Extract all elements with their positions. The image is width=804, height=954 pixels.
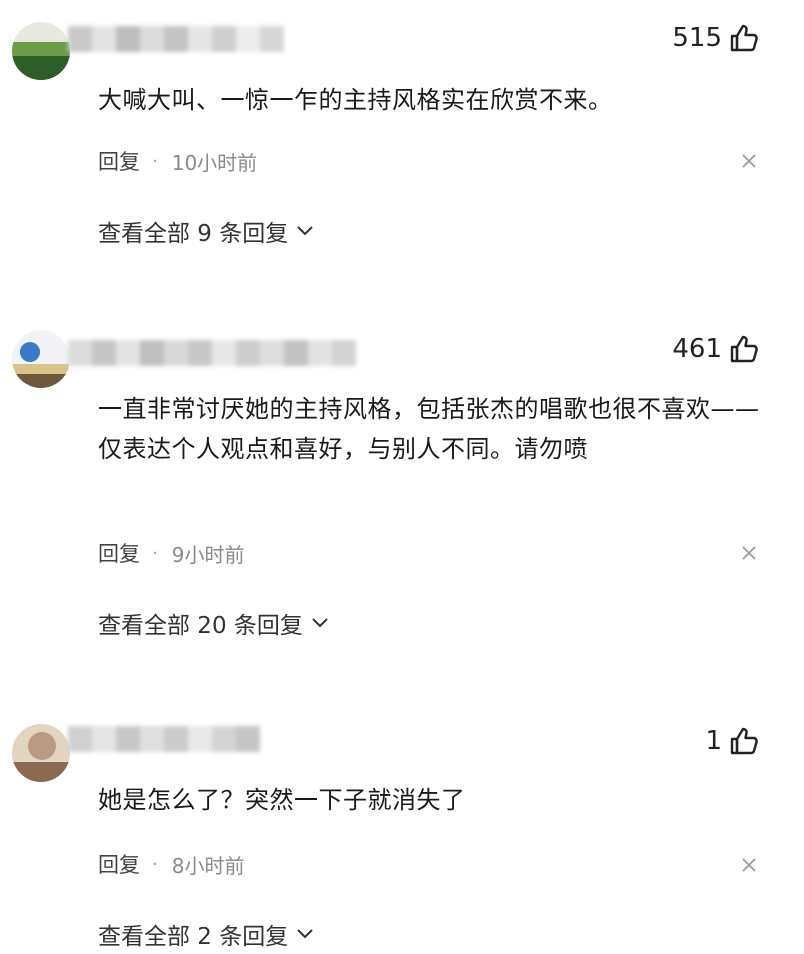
view-replies-label: 查看全部 2 条回复 <box>98 924 289 950</box>
like-button[interactable]: 461 <box>672 333 760 365</box>
timestamp: 9小时前 <box>171 542 245 567</box>
timestamp: 8小时前 <box>171 853 245 878</box>
avatar[interactable] <box>12 330 70 388</box>
avatar[interactable] <box>12 22 70 80</box>
comment-text: 一直非常讨厌她的主持风格，包括张杰的唱歌也很不喜欢——仅表达个人观点和喜好，与别… <box>98 395 760 463</box>
like-count: 461 <box>672 334 722 364</box>
separator: · <box>152 542 158 564</box>
username-blurred <box>68 726 260 752</box>
separator: · <box>152 150 158 172</box>
like-button[interactable]: 515 <box>672 22 760 54</box>
comment-meta: 回复 · 8小时前 <box>98 849 244 879</box>
view-replies-label: 查看全部 9 条回复 <box>98 221 289 247</box>
close-icon[interactable] <box>742 858 756 872</box>
chevron-down-icon <box>297 226 313 236</box>
reply-button[interactable]: 回复 <box>98 538 140 568</box>
separator: · <box>152 853 158 875</box>
view-replies-label: 查看全部 20 条回复 <box>98 613 303 639</box>
like-count: 515 <box>672 23 722 53</box>
reply-button[interactable]: 回复 <box>98 146 140 176</box>
like-count: 1 <box>705 726 722 756</box>
chevron-down-icon <box>312 618 328 628</box>
reply-button[interactable]: 回复 <box>98 849 140 879</box>
close-icon[interactable] <box>742 546 756 560</box>
view-all-replies-button[interactable]: 查看全部 20 条回复 <box>98 606 329 640</box>
chevron-down-icon <box>297 929 313 939</box>
comment-meta: 回复 · 9小时前 <box>98 538 244 568</box>
thumbs-up-icon <box>730 335 758 363</box>
username-blurred <box>68 340 356 366</box>
avatar[interactable] <box>12 724 70 782</box>
close-icon[interactable] <box>742 154 756 168</box>
thumbs-up-icon <box>730 24 758 52</box>
view-all-replies-button[interactable]: 查看全部 2 条回复 <box>98 917 314 951</box>
like-button[interactable]: 1 <box>705 725 760 757</box>
comment-text: 她是怎么了？突然一下子就消失了 <box>98 786 466 814</box>
timestamp: 10小时前 <box>171 150 258 175</box>
thumbs-up-icon <box>730 727 758 755</box>
username-blurred <box>68 26 284 52</box>
comment-text: 大喊大叫、一惊一乍的主持风格实在欣赏不来。 <box>98 86 613 114</box>
view-all-replies-button[interactable]: 查看全部 9 条回复 <box>98 214 314 248</box>
comment-meta: 回复 · 10小时前 <box>98 146 257 176</box>
